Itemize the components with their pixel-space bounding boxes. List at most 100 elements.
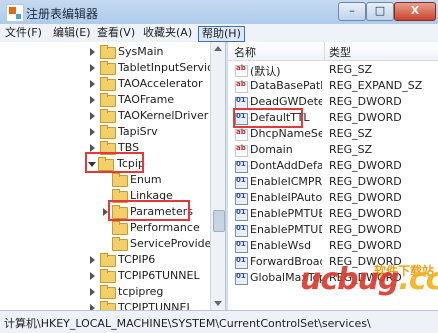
regedit-app-icon	[6, 4, 24, 22]
value-type: REG_SZ	[329, 143, 373, 156]
scroll-down-icon[interactable]	[214, 301, 222, 306]
menu-help[interactable]: 帮助(H)	[198, 26, 245, 42]
tree-item-label: tcpipreg	[118, 285, 164, 298]
scroll-thumb[interactable]	[213, 210, 225, 232]
tree-item-tabletinputservice[interactable]: TabletInputService	[0, 60, 220, 77]
binary-value-icon	[235, 176, 248, 189]
menu-file[interactable]: 文件(F)	[2, 26, 45, 40]
tree-item-taoframe[interactable]: TAOFrame	[0, 92, 210, 109]
expand-arrow-icon[interactable]	[90, 272, 95, 280]
scroll-up-icon[interactable]	[214, 46, 222, 51]
tree-scrollbar[interactable]	[210, 42, 225, 310]
status-bar: 计算机\HKEY_LOCAL_MACHINE\SYSTEM\CurrentCon…	[0, 310, 438, 333]
expand-arrow-icon[interactable]	[90, 96, 95, 104]
value-name: DataBasePath	[250, 79, 322, 92]
tree-item-label: TCPIP6	[118, 253, 156, 266]
binary-value-icon	[235, 256, 248, 269]
value-type: REG_DWORD	[329, 191, 402, 204]
tcpip-highlight-box	[85, 152, 144, 173]
tree-item-enum[interactable]: Enum	[0, 172, 210, 189]
folder-icon	[100, 109, 116, 123]
column-header-type[interactable]: 类型	[329, 44, 351, 60]
string-value-icon	[235, 64, 248, 77]
string-value-icon	[235, 128, 248, 141]
tree-item-label: TapiSrv	[118, 125, 158, 138]
value-row[interactable]: EnableWsd REG_DWORD	[228, 238, 438, 254]
menu-edit[interactable]: 编辑(E)	[50, 26, 94, 40]
tree-item-label: TCPIPTUNNEL	[118, 301, 193, 310]
value-name: DhcpNameSer...	[250, 127, 322, 140]
folder-icon	[100, 253, 116, 267]
folder-icon	[100, 269, 116, 283]
value-row[interactable]: DhcpNameSer... REG_SZ	[228, 126, 438, 142]
folder-icon	[100, 93, 116, 107]
registry-path: 计算机\HKEY_LOCAL_MACHINE\SYSTEM\CurrentCon…	[4, 317, 371, 330]
registry-tree-pane[interactable]: SysMain TabletInputService TAOAccelerato…	[0, 42, 226, 310]
value-name: EnablePMTUB...	[250, 207, 322, 220]
value-name: EnableWsd	[250, 239, 312, 252]
tree-item-performance[interactable]: Performance	[0, 220, 210, 237]
value-type: REG_DWORD	[329, 95, 402, 108]
minimize-button[interactable]: –	[338, 2, 366, 21]
expand-arrow-icon[interactable]	[90, 288, 95, 296]
binary-value-icon	[235, 160, 248, 173]
binary-value-icon	[235, 240, 248, 253]
binary-value-icon	[235, 224, 248, 237]
folder-icon	[112, 173, 128, 187]
folder-icon	[100, 61, 116, 75]
value-row[interactable]: DataBasePath REG_EXPAND_SZ	[228, 78, 438, 94]
string-value-icon	[235, 144, 248, 157]
expand-arrow-icon[interactable]	[90, 48, 95, 56]
tree-item-serviceprovider[interactable]: ServiceProvider	[0, 236, 216, 253]
folder-icon	[100, 77, 116, 91]
tree-item-taokerneldriver[interactable]: TAOKernelDriver	[0, 108, 210, 125]
value-name: (默认)	[250, 65, 281, 78]
value-row[interactable]: EnablePMTUB... REG_DWORD	[228, 206, 438, 222]
value-type: REG_DWORD	[329, 159, 402, 172]
menu-favorites[interactable]: 收藏夹(A)	[140, 26, 195, 40]
title-bar: 注册表编辑器 – □ X	[0, 0, 438, 24]
tree-item-taoaccelerator[interactable]: TAOAccelerator	[0, 76, 210, 93]
binary-value-icon	[235, 272, 248, 285]
tree-item-sysmain[interactable]: SysMain	[0, 44, 210, 61]
tree-item-tcpiptunnel[interactable]: TCPIPTUNNEL	[0, 300, 210, 310]
expand-arrow-icon[interactable]	[90, 80, 95, 88]
value-row[interactable]: EnableIPAutoC... REG_DWORD	[228, 190, 438, 206]
value-row[interactable]: EnablePMTUDi... REG_DWORD	[228, 222, 438, 238]
expand-arrow-icon[interactable]	[90, 64, 95, 72]
folder-icon	[112, 237, 128, 251]
value-type: REG_SZ	[329, 63, 373, 76]
tree-item-label: TCPIP6TUNNEL	[118, 269, 200, 282]
maximize-button[interactable]: □	[366, 2, 394, 21]
tree-item-tcpip6tunnel[interactable]: TCPIP6TUNNEL	[0, 268, 210, 285]
tree-item-label: TAOKernelDriver	[118, 109, 209, 122]
tree-item-tcpipreg[interactable]: tcpipreg	[0, 284, 210, 301]
window-title: 注册表编辑器	[26, 7, 99, 21]
expand-arrow-icon[interactable]	[90, 256, 95, 264]
tree-item-label: TAOAccelerator	[118, 77, 203, 90]
folder-icon	[112, 221, 128, 235]
value-row[interactable]: EnableICMPRe... REG_DWORD	[228, 174, 438, 190]
column-separator[interactable]	[324, 42, 325, 60]
binary-value-icon	[235, 192, 248, 205]
binary-value-icon	[235, 208, 248, 221]
expand-arrow-icon[interactable]	[90, 112, 95, 120]
value-row[interactable]: (默认) REG_SZ	[228, 62, 438, 78]
value-type: REG_DWORD	[329, 223, 402, 236]
folder-icon	[100, 301, 116, 310]
menu-bar: 文件(F) 编辑(E) 查看(V) 收藏夹(A) 帮助(H)	[0, 24, 438, 43]
menu-view[interactable]: 查看(V)	[94, 26, 138, 40]
tree-item-label: ServiceProvider	[130, 237, 216, 250]
tree-item-label: TabletInputService	[118, 61, 220, 74]
close-button[interactable]: X	[394, 2, 436, 21]
value-row[interactable]: DontAddDefau... REG_DWORD	[228, 158, 438, 174]
folder-icon	[100, 125, 116, 139]
expand-arrow-icon[interactable]	[90, 144, 95, 152]
expand-arrow-icon[interactable]	[90, 128, 95, 136]
tree-item-tapisrv[interactable]: TapiSrv	[0, 124, 210, 141]
value-row[interactable]: Domain REG_SZ	[228, 142, 438, 158]
value-type: REG_DWORD	[329, 111, 402, 124]
column-header-name[interactable]: 名称	[234, 44, 256, 60]
value-name: EnableIPAutoC...	[250, 191, 322, 204]
tree-item-tcpip6[interactable]: TCPIP6	[0, 252, 210, 269]
